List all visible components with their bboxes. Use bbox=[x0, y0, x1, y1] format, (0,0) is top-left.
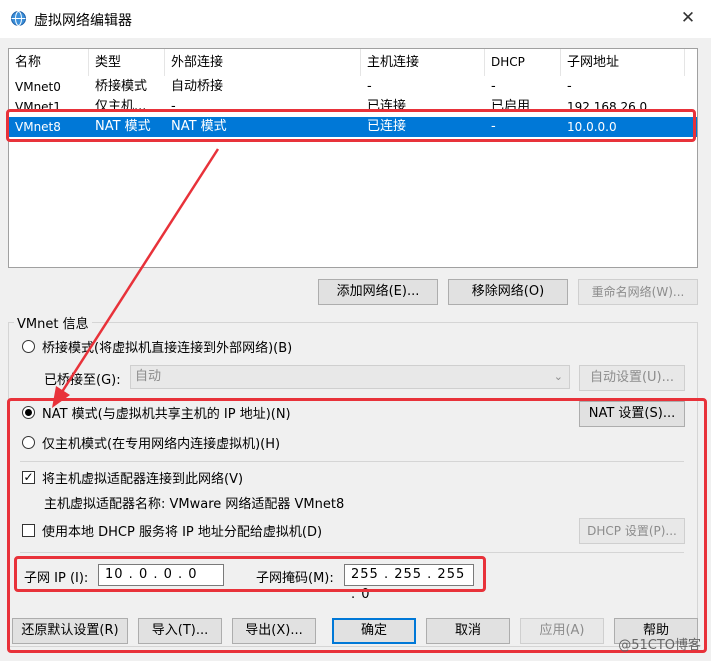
column-header-name[interactable]: 名称 bbox=[9, 49, 89, 76]
network-globe-icon bbox=[10, 10, 27, 27]
row-subnet: - bbox=[567, 79, 572, 94]
nat-mode-label[interactable]: NAT 模式(与虚拟机共享主机的 IP 地址)(N) bbox=[42, 403, 291, 422]
table-row[interactable]: VMnet0 桥接模式 自动桥接 - - - bbox=[9, 77, 697, 97]
divider bbox=[20, 552, 684, 553]
row-name: VMnet8 bbox=[15, 120, 61, 134]
subnet-mask-label: 子网掩码(M): bbox=[256, 571, 334, 586]
export-button[interactable]: 导出(X)... bbox=[232, 618, 316, 644]
row-host: - bbox=[367, 79, 372, 94]
auto-settings-button[interactable]: 自动设置(U)... bbox=[579, 365, 685, 391]
row-type: NAT 模式 bbox=[95, 119, 151, 134]
row-subnet: 10.0.0.0 bbox=[567, 120, 617, 134]
row-host: 已连接 bbox=[367, 119, 407, 134]
column-header-external[interactable]: 外部连接 bbox=[165, 49, 361, 76]
chevron-down-icon: ⌄ bbox=[553, 370, 563, 383]
subnet-ip-input[interactable]: 10 . 0 . 0 . 0 bbox=[98, 564, 224, 586]
dhcp-checkbox[interactable] bbox=[22, 524, 35, 537]
row-dhcp: - bbox=[491, 79, 496, 94]
rename-network-button[interactable]: 重命名网络(W)... bbox=[578, 279, 698, 305]
row-external: NAT 模式 bbox=[171, 119, 227, 134]
row-external: 自动桥接 bbox=[171, 79, 224, 94]
import-button[interactable]: 导入(T)... bbox=[138, 618, 222, 644]
add-network-button[interactable]: 添加网络(E)... bbox=[318, 279, 438, 305]
remove-network-button[interactable]: 移除网络(O) bbox=[448, 279, 568, 305]
close-icon[interactable]: ✕ bbox=[678, 8, 698, 28]
table-row[interactable]: VMnet1 仅主机... - 已连接 已启用 192.168.26.0 bbox=[9, 97, 697, 117]
subnet-mask-input[interactable]: 255 . 255 . 255 . 0 bbox=[344, 564, 474, 602]
connect-adapter-checkbox[interactable]: ✓ bbox=[22, 471, 35, 484]
dhcp-settings-button[interactable]: DHCP 设置(P)... bbox=[579, 518, 685, 544]
row-type: 仅主机... bbox=[95, 99, 147, 114]
column-header-type[interactable]: 类型 bbox=[89, 49, 165, 76]
row-type: 桥接模式 bbox=[95, 79, 148, 94]
row-dhcp: 已启用 bbox=[491, 99, 531, 114]
column-header-dhcp[interactable]: DHCP bbox=[485, 49, 561, 76]
connect-adapter-label[interactable]: 将主机虚拟适配器连接到此网络(V) bbox=[42, 468, 243, 487]
nat-mode-radio[interactable] bbox=[22, 406, 35, 419]
row-dhcp: - bbox=[491, 119, 496, 134]
table-row-selected[interactable]: VMnet8 NAT 模式 NAT 模式 已连接 - 10.0.0.0 bbox=[9, 117, 697, 137]
restore-defaults-button[interactable]: 还原默认设置(R) bbox=[12, 618, 128, 644]
bridged-to-value: 自动 bbox=[135, 369, 162, 384]
host-only-radio[interactable] bbox=[22, 436, 35, 449]
apply-button[interactable]: 应用(A) bbox=[520, 618, 604, 644]
column-header-host[interactable]: 主机连接 bbox=[361, 49, 485, 76]
bridged-to-label: 已桥接至(G): bbox=[44, 373, 121, 388]
vmnet-info-legend: VMnet 信息 bbox=[14, 313, 92, 332]
divider bbox=[20, 461, 684, 462]
row-external: - bbox=[171, 99, 176, 114]
host-only-label[interactable]: 仅主机模式(在专用网络内连接虚拟机)(H) bbox=[42, 433, 280, 452]
row-name: VMnet1 bbox=[15, 100, 61, 114]
subnet-ip-label: 子网 IP (I): bbox=[24, 571, 89, 586]
row-host: 已连接 bbox=[367, 99, 407, 114]
dhcp-label[interactable]: 使用本地 DHCP 服务将 IP 地址分配给虚拟机(D) bbox=[42, 521, 322, 540]
row-subnet: 192.168.26.0 bbox=[567, 100, 648, 114]
watermark-text: @51CTO博客 bbox=[618, 638, 701, 653]
ok-button[interactable]: 确定 bbox=[332, 618, 416, 644]
bridge-mode-radio[interactable] bbox=[22, 340, 35, 353]
row-name: VMnet0 bbox=[15, 80, 61, 94]
window-title: 虚拟网络编辑器 bbox=[34, 13, 132, 29]
cancel-button[interactable]: 取消 bbox=[426, 618, 510, 644]
column-header-subnet[interactable]: 子网地址 bbox=[561, 49, 685, 76]
bridge-mode-label[interactable]: 桥接模式(将虚拟机直接连接到外部网络)(B) bbox=[42, 337, 292, 356]
nat-settings-button[interactable]: NAT 设置(S)... bbox=[579, 401, 685, 427]
network-table[interactable]: 名称 类型 外部连接 主机连接 DHCP 子网地址 VMnet0 桥接模式 自动… bbox=[8, 48, 698, 268]
bridged-to-select[interactable]: 自动 ⌄ bbox=[130, 365, 570, 389]
adapter-name-text: 主机虚拟适配器名称: VMware 网络适配器 VMnet8 bbox=[44, 497, 345, 512]
